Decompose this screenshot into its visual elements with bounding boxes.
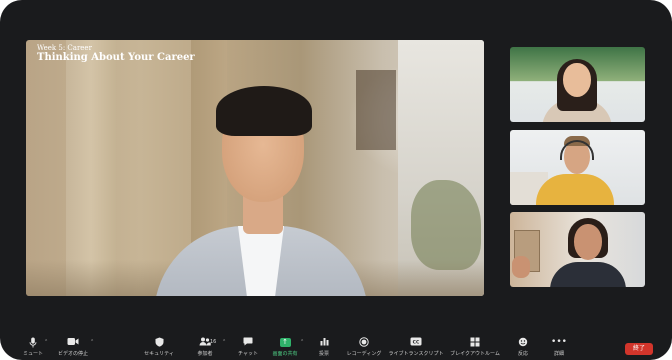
more-button[interactable]: ••• 詳細 [550, 337, 568, 359]
end-meeting-button[interactable]: 終了 [625, 343, 653, 355]
participant-face [574, 224, 602, 260]
live-transcript-button[interactable]: CC ライブトランスクリプト [388, 337, 444, 359]
shield-icon [142, 337, 176, 348]
chevron-up-icon[interactable]: ⌃ [90, 339, 94, 345]
mute-label: ミュート [22, 351, 43, 357]
meeting-window: Week 5: Career Thinking About Your Caree… [0, 0, 672, 360]
record-label: レコーディング [346, 351, 382, 357]
participants-label: 参加者 [197, 351, 213, 357]
chevron-up-icon[interactable]: ⌃ [222, 339, 226, 345]
reactions-button[interactable]: 反応 [514, 337, 532, 359]
participant-video-3[interactable] [510, 212, 645, 287]
stop-video-button[interactable]: ビデオの停止 [57, 337, 89, 359]
breakout-rooms-button[interactable]: ブレイクアウトルーム [450, 337, 500, 359]
live-transcript-label: ライブトランスクリプト [388, 351, 444, 357]
waving-hand [512, 256, 530, 278]
speaker-hair [216, 86, 312, 136]
share-screen-icon: ↑ [270, 337, 300, 348]
lecture-title: Thinking About Your Career [37, 52, 195, 63]
chat-button[interactable]: チャット [235, 337, 261, 359]
record-button[interactable]: レコーディング [346, 337, 382, 359]
breakout-icon [450, 337, 500, 348]
poll-icon [314, 337, 334, 348]
svg-text:CC: CC [413, 339, 420, 345]
poll-button[interactable]: 投票 [314, 337, 334, 359]
breakout-rooms-label: ブレイクアウトルーム [450, 351, 500, 357]
chevron-up-icon[interactable]: ⌃ [300, 339, 304, 345]
participant-count: 16 [210, 339, 217, 345]
video-camera-icon [57, 337, 89, 348]
main-speaker-video[interactable]: Week 5: Career Thinking About Your Caree… [26, 40, 484, 296]
lecture-week-label: Week 5: Career [37, 44, 92, 52]
reactions-label: 反応 [517, 351, 528, 357]
share-screen-button[interactable]: ↑ 画面の共有 [270, 337, 300, 359]
reaction-icon [514, 337, 532, 348]
chevron-up-icon[interactable]: ⌃ [44, 339, 48, 345]
stop-video-label: ビデオの停止 [57, 351, 88, 357]
background-pillar [66, 40, 116, 296]
chat-icon [235, 337, 261, 348]
more-icon: ••• [551, 337, 567, 347]
participant-body [536, 174, 614, 205]
more-label: 詳細 [553, 351, 564, 357]
microphone-icon [22, 337, 44, 348]
security-button[interactable]: セキュリティ [142, 337, 176, 359]
security-label: セキュリティ [144, 351, 174, 357]
background-plant [411, 180, 481, 270]
participant-video-2[interactable] [510, 130, 645, 205]
meeting-toolbar: ミュート ⌃ ビデオの停止 ⌃ セキュリティ 参加者 16 ⌃ チャット ↑ 画… [0, 333, 672, 360]
chat-label: チャット [238, 351, 258, 357]
record-icon [346, 337, 382, 348]
poll-label: 投票 [318, 351, 329, 357]
participant-face [563, 63, 591, 97]
participant-body [550, 262, 626, 287]
background-panel [356, 70, 396, 150]
cc-icon: CC [388, 337, 444, 348]
mute-button[interactable]: ミュート [22, 337, 44, 359]
participant-video-1[interactable] [510, 47, 645, 122]
share-screen-label: 画面の共有 [272, 351, 298, 357]
